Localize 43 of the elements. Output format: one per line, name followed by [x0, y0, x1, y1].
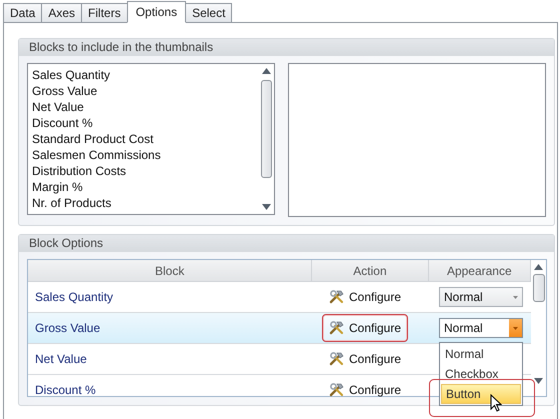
tab[interactable]: Axes [41, 3, 82, 22]
configure-button[interactable]: Configure [322, 283, 408, 311]
appearance-dropdown[interactable]: Normal [439, 318, 523, 338]
tab[interactable]: Data [3, 3, 42, 22]
configure-button[interactable]: Configure [322, 314, 408, 342]
list-item[interactable]: Gross Value [32, 83, 255, 99]
column-header[interactable]: Block [28, 260, 312, 281]
scroll-down-icon[interactable] [534, 378, 543, 384]
block-name: Discount % [34, 383, 97, 397]
list-item[interactable]: Nr. of Products [32, 195, 255, 211]
tools-icon [328, 289, 345, 305]
caret-icon [513, 296, 518, 298]
dropdown-option[interactable]: Button [441, 384, 521, 404]
selected-blocks-list[interactable] [288, 63, 546, 217]
scrollbar-thumb[interactable] [261, 80, 272, 178]
configure-button[interactable]: Configure [322, 345, 408, 373]
tools-icon [328, 320, 345, 336]
list-item[interactable]: Distribution Costs [32, 163, 255, 179]
dropdown-option[interactable]: Normal [441, 344, 521, 364]
caret-icon [513, 326, 518, 330]
list-item[interactable]: Net Value [32, 99, 255, 115]
tools-icon [328, 351, 345, 367]
scroll-up-icon[interactable] [534, 264, 543, 270]
list-item[interactable]: Salesmen Commissions [32, 147, 255, 163]
block-name: Net Value [34, 352, 88, 366]
block-name: Sales Quantity [34, 290, 114, 304]
list-item[interactable]: Margin % [32, 179, 255, 195]
tab[interactable]: Options [126, 1, 186, 23]
tab[interactable]: Filters [81, 3, 128, 22]
scrollbar-thumb[interactable] [532, 274, 544, 302]
scroll-up-icon[interactable] [262, 68, 271, 74]
scroll-down-icon[interactable] [262, 204, 271, 210]
configure-button[interactable]: Configure [322, 376, 408, 404]
block-name: Gross Value [34, 321, 102, 335]
list-item[interactable]: Sales Quantity [32, 67, 255, 83]
column-header[interactable]: Action [312, 260, 429, 281]
appearance-dropdown[interactable]: Normal [439, 287, 523, 307]
list-item[interactable]: Discount % [32, 115, 255, 131]
group-title: Block Options [19, 235, 554, 252]
tab[interactable]: Select [185, 3, 232, 22]
tools-icon [328, 382, 345, 398]
list-item[interactable]: Standard Product Cost [32, 131, 255, 147]
group-title: Blocks to include in the thumbnails [19, 39, 554, 56]
